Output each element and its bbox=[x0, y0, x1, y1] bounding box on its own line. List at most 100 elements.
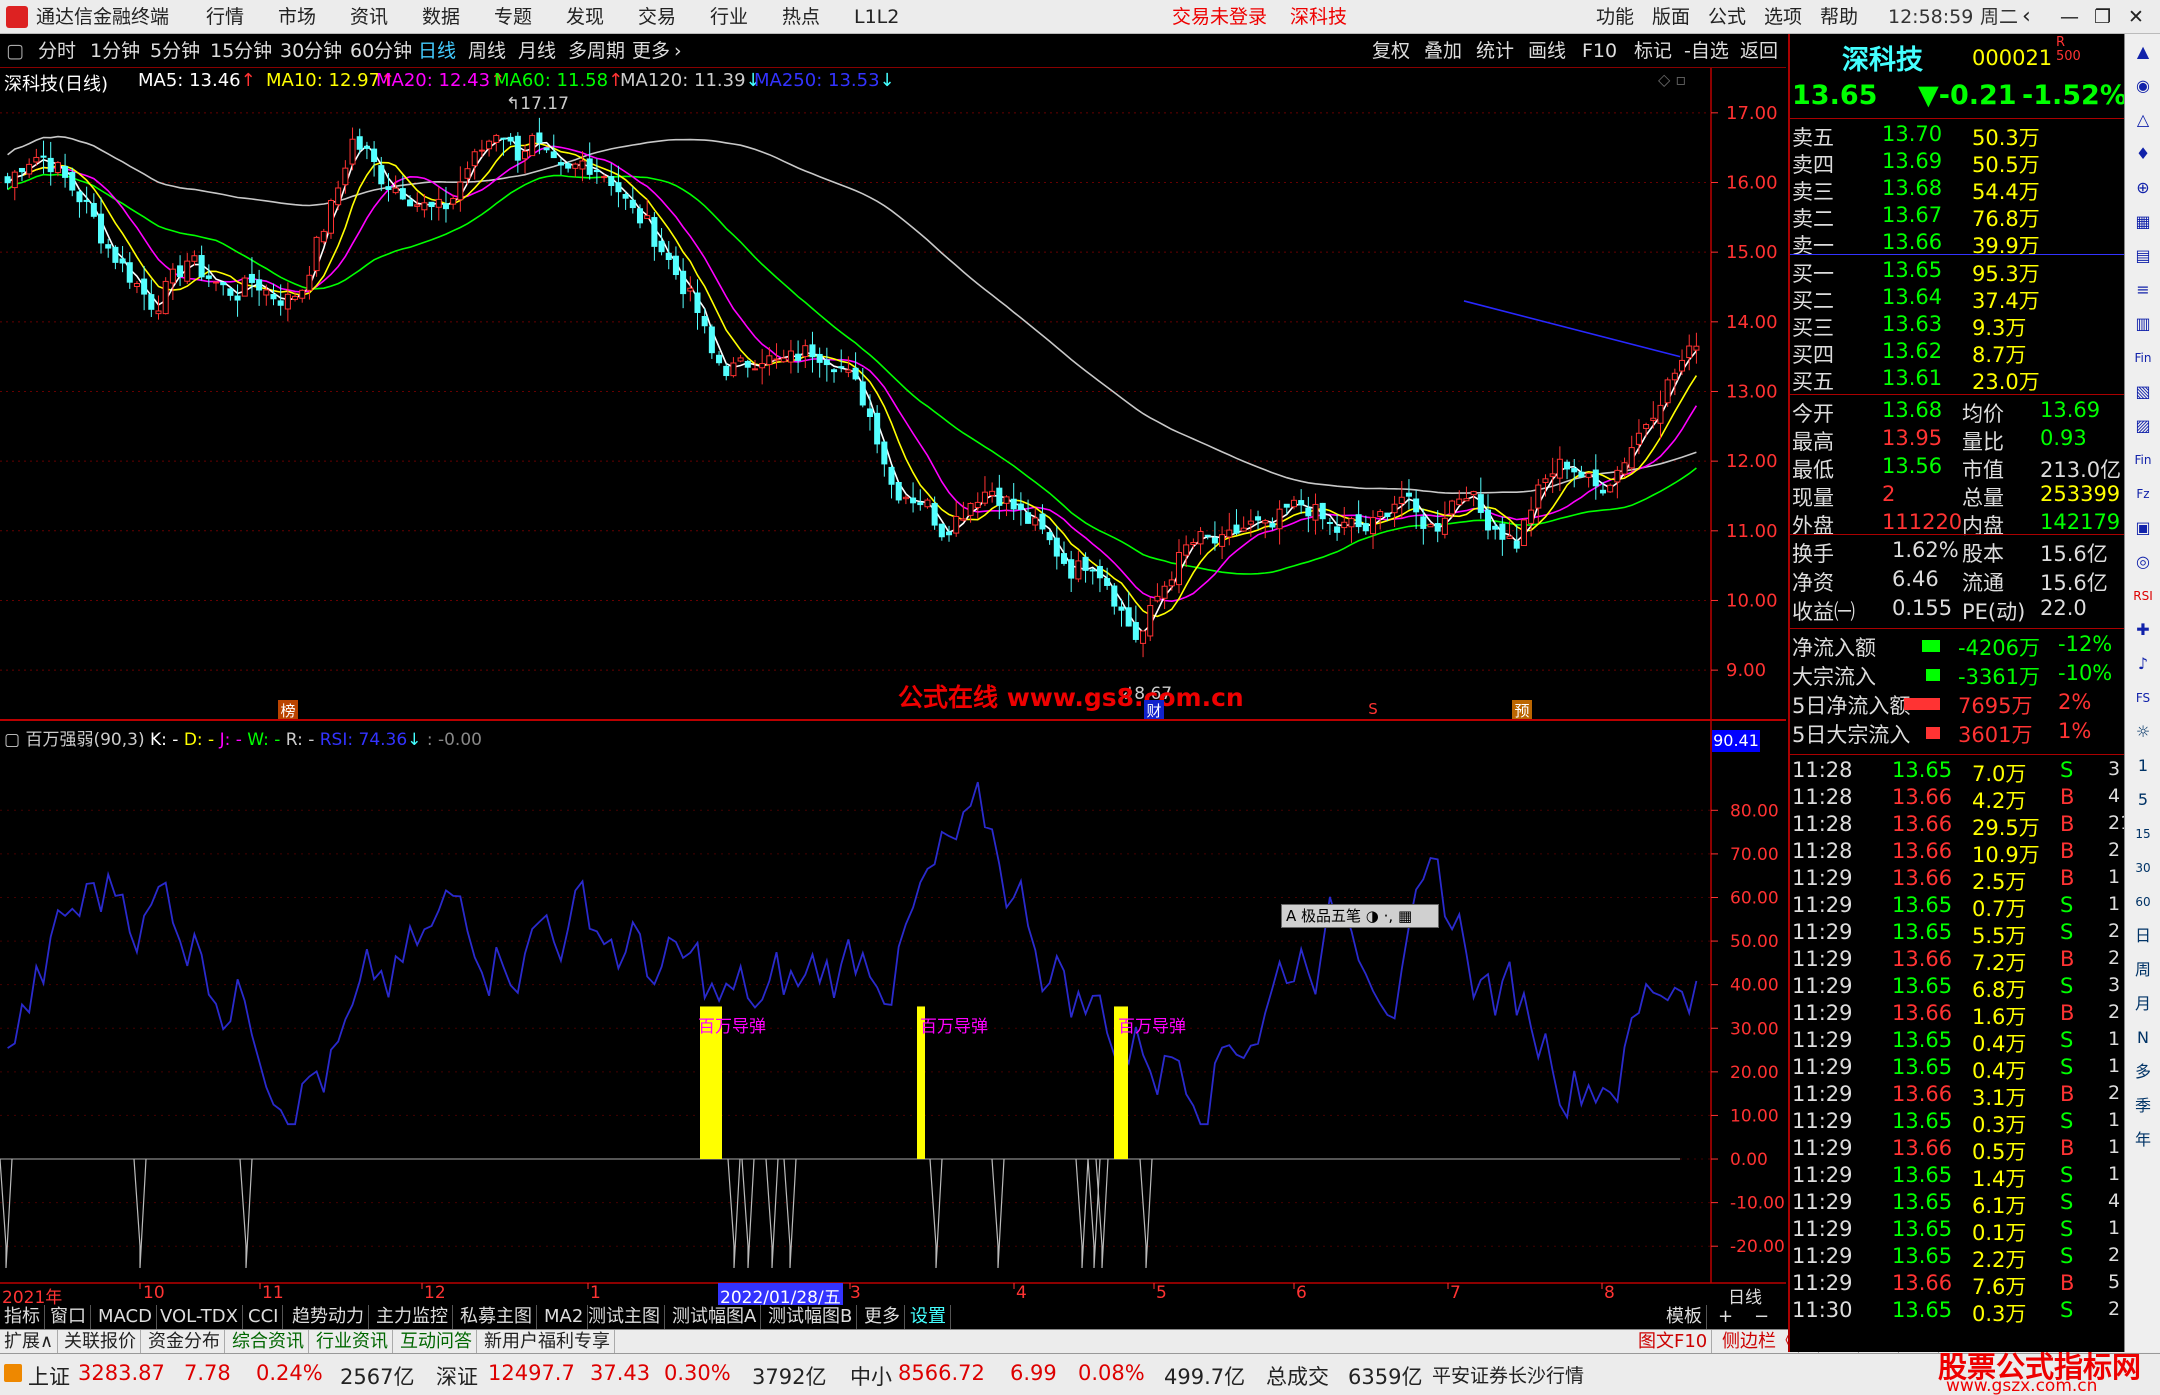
tab-welfare[interactable]: 新用户福利专享 bbox=[480, 1330, 615, 1354]
sidebar-tool-icon[interactable]: N bbox=[2129, 1024, 2157, 1052]
tab-trend[interactable]: 趋势动力 bbox=[288, 1305, 369, 1329]
period-fenshi[interactable]: 分时 bbox=[38, 34, 76, 68]
sidebar-tool-icon[interactable]: 月 bbox=[2129, 990, 2157, 1018]
more-arrow-icon[interactable]: › bbox=[674, 34, 682, 68]
tool-watchlist[interactable]: -自选 bbox=[1684, 34, 1729, 68]
ime-toolbar[interactable]: A 极品五笔 ◑ ·, ▦ bbox=[1281, 904, 1439, 928]
menu-market[interactable]: 行情 bbox=[206, 0, 244, 34]
period-weekly[interactable]: 周线 bbox=[468, 34, 506, 68]
tab-settings[interactable]: 设置 bbox=[906, 1305, 951, 1329]
menu-function[interactable]: 功能 bbox=[1596, 0, 1634, 34]
tab-test-main[interactable]: 测试主图 bbox=[584, 1305, 665, 1329]
tab-sidebar[interactable]: 侧边栏《 bbox=[1718, 1330, 1799, 1354]
zoom-icon[interactable]: ◇ ▫ bbox=[1658, 70, 1686, 89]
tab-qa[interactable]: 互动问答 bbox=[396, 1330, 477, 1354]
period-more[interactable]: 更多 bbox=[632, 34, 670, 68]
tab-ma2[interactable]: MA2 bbox=[540, 1305, 589, 1329]
panel-toggle-icon[interactable]: ▢ bbox=[6, 34, 24, 68]
sidebar-tool-icon[interactable]: ⊕ bbox=[2129, 174, 2157, 202]
sidebar-tool-icon[interactable]: 30 bbox=[2129, 854, 2157, 882]
close-icon[interactable]: ✕ bbox=[2128, 0, 2144, 34]
menu-help[interactable]: 帮助 bbox=[1820, 0, 1858, 34]
event-marker-s[interactable]: S bbox=[1366, 700, 1380, 719]
add-icon[interactable]: + bbox=[1714, 1305, 1737, 1329]
sidebar-tool-icon[interactable]: ◎ bbox=[2129, 548, 2157, 576]
menu-topic[interactable]: 专题 bbox=[494, 0, 532, 34]
tab-test-a[interactable]: 测试幅图A bbox=[668, 1305, 762, 1329]
sidebar-tool-icon[interactable]: △ bbox=[2129, 106, 2157, 134]
tab-more[interactable]: 更多 bbox=[860, 1305, 905, 1329]
sidebar-tool-icon[interactable]: ▲ bbox=[2129, 38, 2157, 66]
sidebar-tool-icon[interactable]: ☼ bbox=[2129, 718, 2157, 746]
tab-vol-tdx[interactable]: VOL-TDX bbox=[156, 1305, 243, 1329]
menu-trade[interactable]: 交易 bbox=[638, 0, 676, 34]
menu-options[interactable]: 选项 bbox=[1764, 0, 1802, 34]
sidebar-tool-icon[interactable]: 1 bbox=[2129, 752, 2157, 780]
sidebar-tool-icon[interactable]: ≡ bbox=[2129, 276, 2157, 304]
sidebar-tool-icon[interactable]: 多 bbox=[2129, 1058, 2157, 1086]
tool-fuquan[interactable]: 复权 bbox=[1372, 34, 1410, 68]
template-button[interactable]: 模板 bbox=[1662, 1305, 1707, 1329]
tab-expand[interactable]: 扩展∧ bbox=[0, 1330, 59, 1354]
period-multi[interactable]: 多周期 bbox=[568, 34, 625, 68]
event-marker-cai[interactable]: 财 bbox=[1144, 700, 1164, 720]
tab-window[interactable]: 窗口 bbox=[46, 1305, 91, 1329]
tool-mark[interactable]: 标记 bbox=[1634, 34, 1672, 68]
sidebar-tool-icon[interactable]: ♦ bbox=[2129, 140, 2157, 168]
sidebar-tool-icon[interactable]: 年 bbox=[2129, 1126, 2157, 1154]
period-daily[interactable]: 日线 bbox=[418, 34, 456, 68]
menu-discover[interactable]: 发现 bbox=[566, 0, 604, 34]
sidebar-tool-icon[interactable]: ▣ bbox=[2129, 514, 2157, 542]
sidebar-tool-icon[interactable]: 日 bbox=[2129, 922, 2157, 950]
menu-l1l2[interactable]: L1L2 bbox=[854, 0, 899, 34]
sidebar-tool-icon[interactable]: Fin bbox=[2129, 446, 2157, 474]
sidebar-tool-icon[interactable]: ▧ bbox=[2129, 378, 2157, 406]
tab-private[interactable]: 私募主图 bbox=[456, 1305, 537, 1329]
back-icon[interactable]: ‹ bbox=[2022, 0, 2031, 34]
menu-formula[interactable]: 公式 bbox=[1708, 0, 1746, 34]
tab-related[interactable]: 关联报价 bbox=[60, 1330, 141, 1354]
menu-market2[interactable]: 市场 bbox=[278, 0, 316, 34]
period-60min[interactable]: 60分钟 bbox=[350, 34, 412, 68]
tool-back[interactable]: 返回 bbox=[1740, 34, 1778, 68]
sidebar-tool-icon[interactable]: FS bbox=[2129, 684, 2157, 712]
period-monthly[interactable]: 月线 bbox=[518, 34, 556, 68]
menu-hot[interactable]: 热点 bbox=[782, 0, 820, 34]
sidebar-tool-icon[interactable]: ▤ bbox=[2129, 242, 2157, 270]
tool-overlay[interactable]: 叠加 bbox=[1424, 34, 1462, 68]
period-30min[interactable]: 30分钟 bbox=[280, 34, 342, 68]
menu-layout[interactable]: 版面 bbox=[1652, 0, 1690, 34]
tab-indicator[interactable]: 指标 bbox=[0, 1305, 45, 1329]
period-15min[interactable]: 15分钟 bbox=[210, 34, 272, 68]
tab-main-monitor[interactable]: 主力监控 bbox=[372, 1305, 453, 1329]
sidebar-tool-icon[interactable]: RSI bbox=[2129, 582, 2157, 610]
status-menu-icon[interactable] bbox=[4, 1364, 22, 1382]
sidebar-tool-icon[interactable]: 5 bbox=[2129, 786, 2157, 814]
period-5min[interactable]: 5分钟 bbox=[150, 34, 200, 68]
menu-industry[interactable]: 行业 bbox=[710, 0, 748, 34]
remove-icon[interactable]: − bbox=[1750, 1305, 1773, 1329]
sidebar-tool-icon[interactable]: ♪ bbox=[2129, 650, 2157, 678]
restore-icon[interactable]: ❐ bbox=[2094, 0, 2111, 34]
tab-f10[interactable]: 图文F10 bbox=[1634, 1330, 1713, 1354]
kline-chart[interactable]: 17.0016.0015.0014.0013.0012.0011.0010.00… bbox=[0, 68, 1786, 1305]
sidebar-tool-icon[interactable]: 15 bbox=[2129, 820, 2157, 848]
sidebar-tool-icon[interactable]: 季 bbox=[2129, 1092, 2157, 1120]
tool-draw[interactable]: 画线 bbox=[1528, 34, 1566, 68]
sidebar-tool-icon[interactable]: ▨ bbox=[2129, 412, 2157, 440]
sidebar-tool-icon[interactable]: ▥ bbox=[2129, 310, 2157, 338]
period-1min[interactable]: 1分钟 bbox=[90, 34, 140, 68]
sidebar-tool-icon[interactable]: ◉ bbox=[2129, 72, 2157, 100]
tab-test-b[interactable]: 测试幅图B bbox=[764, 1305, 858, 1329]
sidebar-tool-icon[interactable]: ▦ bbox=[2129, 208, 2157, 236]
sidebar-tool-icon[interactable]: Fin bbox=[2129, 344, 2157, 372]
tab-fund-dist[interactable]: 资金分布 bbox=[144, 1330, 225, 1354]
minimize-icon[interactable]: — bbox=[2060, 0, 2079, 34]
trade-login-status[interactable]: 交易未登录 bbox=[1172, 0, 1267, 34]
sidebar-tool-icon[interactable]: Fz bbox=[2129, 480, 2157, 508]
tool-stats[interactable]: 统计 bbox=[1476, 34, 1514, 68]
sidebar-tool-icon[interactable]: 60 bbox=[2129, 888, 2157, 916]
event-marker-bang[interactable]: 榜 bbox=[278, 700, 298, 720]
tab-cci[interactable]: CCI bbox=[244, 1305, 284, 1329]
menu-data[interactable]: 数据 bbox=[422, 0, 460, 34]
